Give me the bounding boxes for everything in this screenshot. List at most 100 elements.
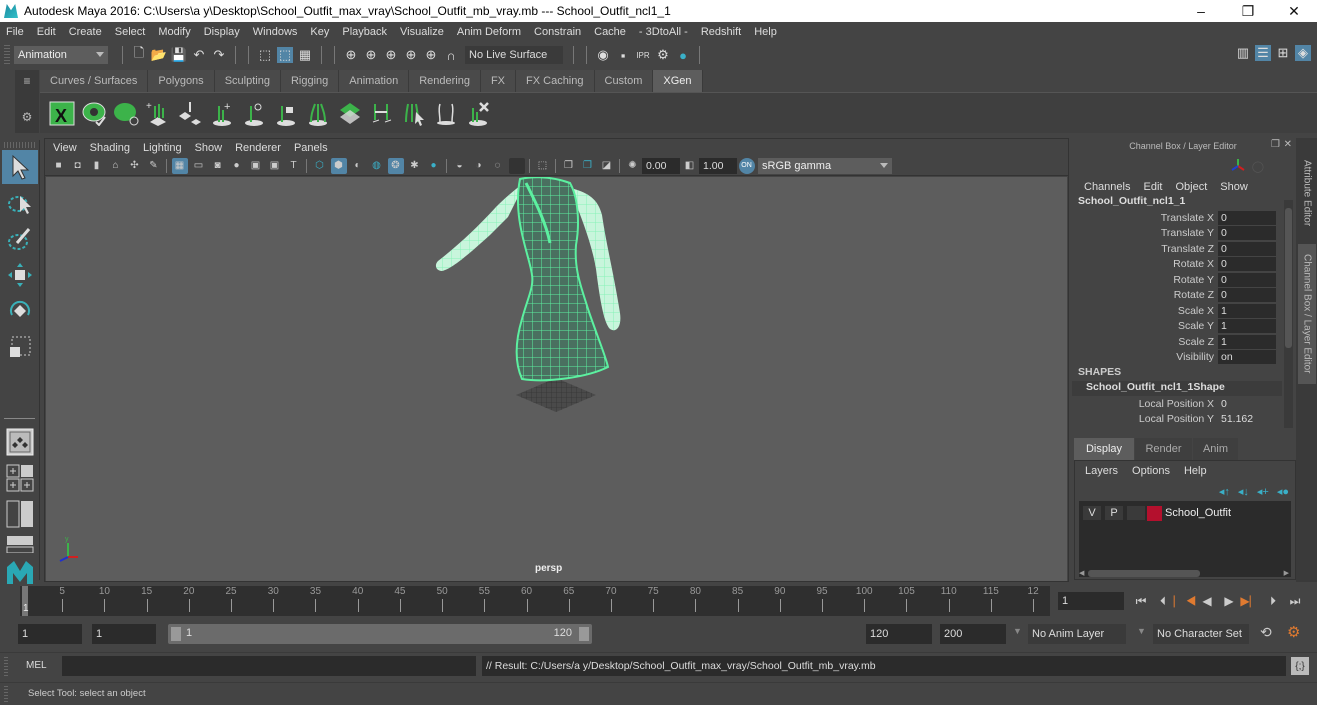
layer-row[interactable]: V P School_Outfit	[1079, 505, 1291, 521]
menu-windows[interactable]: Windows	[253, 26, 298, 38]
channel-label[interactable]: Translate Z	[1072, 243, 1218, 255]
animation-preferences-icon[interactable]: ⚙	[1287, 623, 1300, 641]
save-scene-icon[interactable]: 💾	[171, 47, 187, 63]
layer-name[interactable]: School_Outfit	[1165, 507, 1231, 519]
lasso-tool[interactable]	[2, 186, 38, 220]
transform-axes-icon[interactable]	[1230, 158, 1246, 174]
shape-channel-row[interactable]: Local Position Y 51.162	[1072, 412, 1294, 428]
color-space-dropdown[interactable]: sRGB gamma	[758, 157, 892, 174]
channel-row[interactable]: Translate Y0	[1072, 226, 1294, 242]
grip-handle[interactable]	[4, 142, 35, 148]
two-view-layout[interactable]	[2, 497, 38, 531]
viewport-3d[interactable]: y persp	[46, 177, 1067, 581]
restore-button[interactable]: ❐	[1225, 0, 1271, 22]
guide-curves-icon[interactable]	[304, 98, 332, 128]
shelf-tab-rigging[interactable]: Rigging	[280, 70, 340, 92]
isolate-select-icon[interactable]: ⬚	[535, 158, 551, 174]
shelf-tab-fx[interactable]: FX	[480, 70, 517, 92]
menu-anim-deform[interactable]: Anim Deform	[457, 26, 521, 38]
step-forward-frame-icon[interactable]: ⏵	[1264, 592, 1282, 610]
menu-modify[interactable]: Modify	[158, 26, 190, 38]
bounding-guide-icon[interactable]	[432, 98, 460, 128]
snap-view-plane-icon[interactable]: ⊕	[403, 47, 419, 63]
object-menu[interactable]: Object	[1175, 181, 1207, 193]
menuset-dropdown[interactable]: Animation	[14, 46, 108, 64]
hide-primitives-icon[interactable]	[112, 98, 140, 128]
shelf-settings-icon[interactable]: ⚙	[15, 110, 39, 124]
shape-channel-row[interactable]: Local Position X0	[1072, 396, 1294, 412]
channel-label[interactable]: Rotate Z	[1072, 289, 1218, 301]
channel-value[interactable]: 1	[1218, 319, 1276, 334]
screen-space-ao-icon[interactable]: ◒	[452, 158, 468, 174]
channel-value[interactable]: on	[1218, 350, 1276, 365]
range-end-handle[interactable]	[579, 627, 589, 641]
channel-value[interactable]: 0	[1218, 241, 1276, 256]
menu-help[interactable]: Help	[754, 26, 777, 38]
channel-row[interactable]: Rotate X0	[1072, 257, 1294, 273]
script-editor-icon[interactable]: {;}	[1291, 657, 1309, 675]
image-plane-icon[interactable]: ⌂	[108, 158, 124, 174]
xray-joints-icon[interactable]: ❐	[580, 158, 596, 174]
close-button[interactable]: ✕	[1271, 0, 1317, 22]
single-perspective-layout[interactable]	[2, 425, 38, 459]
sculpt-guide-icon[interactable]	[240, 98, 268, 128]
multisample-aa-icon[interactable]: ◌	[490, 158, 506, 174]
place-guides-icon[interactable]	[176, 98, 204, 128]
channel-label[interactable]: Rotate X	[1072, 258, 1218, 270]
shelf-tab-fx-caching[interactable]: FX Caching	[516, 70, 595, 92]
menu-edit[interactable]: Edit	[37, 26, 56, 38]
object-name[interactable]: School_Outfit_ncl1_1	[1072, 195, 1294, 210]
channel-label[interactable]: Local Position Y	[1072, 413, 1218, 425]
layer-color-swatch[interactable]	[1147, 505, 1162, 521]
channel-row[interactable]: Scale X1	[1072, 303, 1294, 319]
channel-value[interactable]: 0	[1218, 288, 1276, 303]
undo-icon[interactable]: ↶	[191, 47, 207, 63]
channel-box-tab[interactable]: Channel Box / Layer Editor	[1298, 244, 1316, 384]
command-language-toggle[interactable]: MEL	[26, 660, 47, 671]
shadows-icon[interactable]: ●	[426, 158, 442, 174]
channel-label[interactable]: Visibility	[1072, 351, 1218, 363]
attribute-editor-tab[interactable]: Attribute Editor	[1298, 146, 1316, 241]
layer-display-type-toggle[interactable]	[1127, 506, 1145, 520]
channel-label[interactable]: Scale Y	[1072, 320, 1218, 332]
bookmark-icon[interactable]: ▮	[89, 158, 105, 174]
anim-layer-dropdown-icon[interactable]: ▼	[1013, 626, 1022, 636]
open-scene-icon[interactable]: 📂	[151, 47, 167, 63]
step-back-frame-icon[interactable]: ⏴	[1154, 592, 1172, 610]
depth-of-field-icon[interactable]	[508, 157, 525, 174]
grease-pencil-icon[interactable]: ✎	[146, 158, 162, 174]
channel-label[interactable]: Translate X	[1072, 212, 1218, 224]
layer-playback-toggle[interactable]: P	[1105, 506, 1123, 520]
layer-visibility-toggle[interactable]: V	[1083, 506, 1101, 520]
channel-row[interactable]: Rotate Y0	[1072, 272, 1294, 288]
menu-file[interactable]: File	[6, 26, 24, 38]
lock-guide-icon[interactable]	[272, 98, 300, 128]
select-guides-icon[interactable]	[400, 98, 428, 128]
minimize-button[interactable]: –	[1178, 0, 1224, 22]
channel-label[interactable]: Translate Y	[1072, 227, 1218, 239]
help-menu[interactable]: Help	[1184, 465, 1207, 477]
channel-row[interactable]: Scale Y1	[1072, 319, 1294, 335]
layer-tab-display[interactable]: Display	[1074, 438, 1134, 460]
snap-live-icon[interactable]: ⊕	[423, 47, 439, 63]
outliner-layout[interactable]	[2, 533, 38, 555]
rotate-tool[interactable]	[2, 294, 38, 328]
character-set-dropdown-icon[interactable]: ▼	[1137, 626, 1146, 636]
safe-title-icon[interactable]: T	[286, 158, 302, 174]
menu-display[interactable]: Display	[204, 26, 240, 38]
move-tool[interactable]	[2, 258, 38, 292]
xray-components-icon[interactable]: ◪	[599, 158, 615, 174]
redo-icon[interactable]: ↷	[211, 47, 227, 63]
use-all-lights-icon[interactable]: ✱	[407, 158, 423, 174]
time-slider-track[interactable]: 1 5 10 15 20 25 30 35 40 45 50 55 60 65 70 75 80 85 90 95 1…	[20, 586, 1050, 616]
shelf-tab-xgen[interactable]: XGen	[653, 70, 703, 92]
dress-model[interactable]	[435, 177, 621, 382]
panel-menu-view[interactable]: View	[53, 142, 77, 154]
grip-handle[interactable]	[4, 45, 10, 65]
connect-guide-icon[interactable]	[368, 98, 396, 128]
channel-value[interactable]: 0	[1218, 257, 1276, 272]
camera-icon[interactable]: ■	[51, 158, 67, 174]
play-backwards-icon[interactable]: ◀	[1198, 592, 1216, 610]
layer-hscrollbar[interactable]: ◀ ▶	[1079, 569, 1291, 577]
new-layer-from-selected-icon[interactable]: ◂●	[1277, 485, 1289, 498]
